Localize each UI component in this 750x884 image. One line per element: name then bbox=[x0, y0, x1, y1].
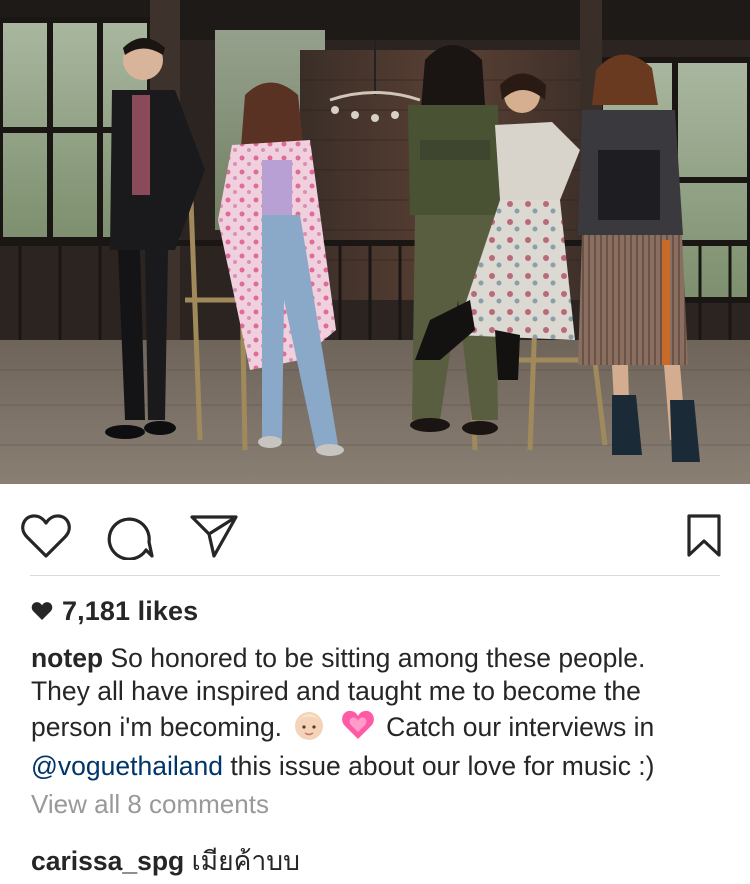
action-bar bbox=[0, 484, 750, 576]
post-caption: notep So honored to be sitting among the… bbox=[31, 642, 731, 783]
share-button[interactable] bbox=[188, 510, 240, 562]
caption-line-1: notep So honored to be sitting among the… bbox=[31, 642, 731, 675]
like-button[interactable] bbox=[20, 510, 72, 562]
caption-line-2: They all have inspired and taught me to … bbox=[31, 676, 641, 706]
comment-button[interactable] bbox=[104, 510, 156, 562]
likes-row[interactable]: 7,181 likes bbox=[31, 594, 198, 628]
comment-item: carissa_spg เมียค้าบบ bbox=[31, 840, 300, 882]
caption-line-3: person i'm becoming. Catch our interview… bbox=[31, 708, 731, 750]
comment-username[interactable]: carissa_spg bbox=[31, 846, 184, 876]
caption-text-1: So honored to be sitting among these peo… bbox=[110, 643, 646, 673]
comment-text: เมียค้าบบ bbox=[191, 846, 300, 876]
caption-text-3a: person i'm becoming. bbox=[31, 712, 283, 742]
post-photo-graphic bbox=[0, 0, 750, 484]
save-button[interactable] bbox=[678, 510, 730, 562]
speech-bubble-icon bbox=[107, 517, 154, 560]
view-all-comments-link[interactable]: View all 8 comments bbox=[31, 789, 269, 820]
likes-count: 7,181 likes bbox=[62, 595, 199, 626]
baby-emoji-icon bbox=[292, 708, 326, 750]
caption-text-4: this issue about our love for music :) bbox=[230, 751, 655, 781]
caption-mention-link[interactable]: @voguethailand bbox=[31, 751, 223, 781]
paper-plane-icon bbox=[190, 515, 238, 558]
sparkling-heart-emoji-icon bbox=[340, 708, 376, 750]
caption-line-4: @voguethailand this issue about our love… bbox=[31, 750, 731, 783]
caption-text-3b: Catch our interviews in bbox=[386, 712, 655, 742]
heart-outline-icon bbox=[21, 514, 71, 558]
bookmark-icon bbox=[687, 514, 721, 557]
caption-username[interactable]: notep bbox=[31, 643, 103, 673]
section-divider bbox=[30, 575, 720, 576]
post-photo[interactable] bbox=[0, 0, 750, 484]
heart-filled-icon bbox=[31, 602, 53, 620]
